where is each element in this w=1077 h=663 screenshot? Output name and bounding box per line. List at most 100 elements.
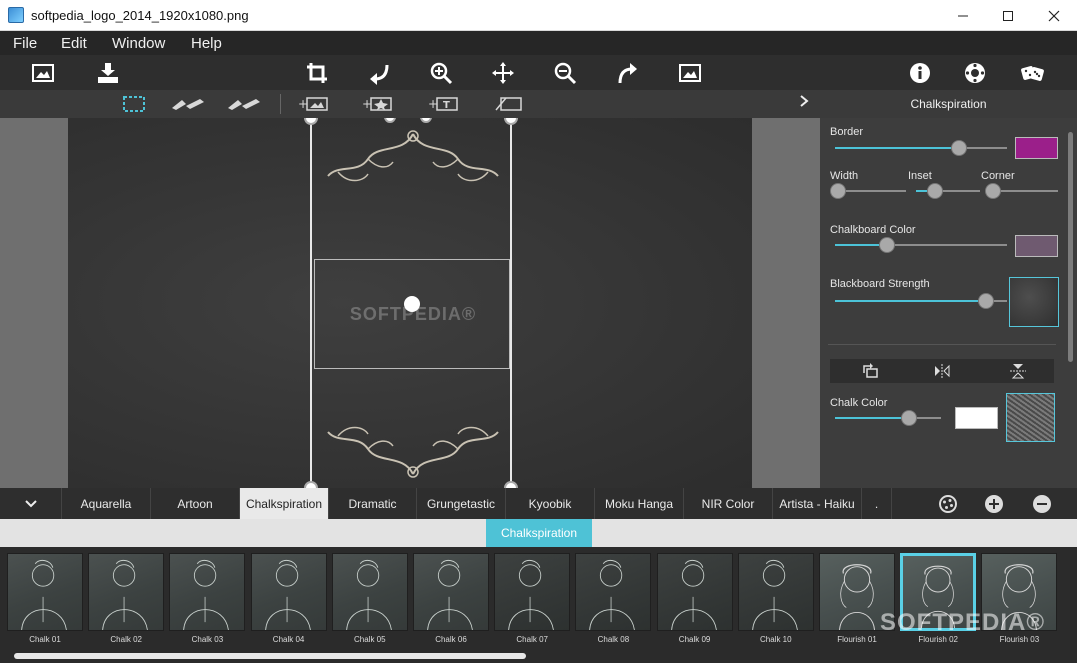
image-icon	[32, 64, 54, 82]
blackboard-texture-swatch[interactable]	[1009, 277, 1059, 327]
rotate-right-button[interactable]	[614, 59, 642, 87]
thumbnail-chalk-08[interactable]	[575, 553, 652, 631]
image-canvas[interactable]: SOFTPEDIA®	[0, 118, 820, 488]
brush-erase-button[interactable]	[224, 93, 264, 115]
settings-button[interactable]	[961, 59, 989, 87]
panel-separator	[828, 344, 1056, 345]
corner-slider[interactable]	[985, 183, 1058, 199]
chalk-texture-swatch[interactable]	[1006, 393, 1055, 442]
frame-handle-bottom-right[interactable]	[504, 481, 518, 488]
selection-center-handle[interactable]	[404, 296, 420, 312]
brush-add-button[interactable]	[168, 93, 208, 115]
add-preset-button[interactable]	[983, 493, 1005, 515]
chalkboard-color-slider[interactable]	[835, 237, 1007, 253]
crop-button[interactable]	[303, 59, 331, 87]
menu-file[interactable]: File	[13, 35, 37, 52]
watermark-selection-box[interactable]: SOFTPEDIA®	[314, 259, 510, 369]
thumbnail-chalk-10[interactable]	[737, 553, 814, 631]
toolbar-divider	[280, 94, 281, 114]
chalk-color-slider-knob[interactable]	[901, 410, 917, 426]
randomize-button[interactable]	[1019, 59, 1047, 87]
title-bar: softpedia_logo_2014_1920x1080.png	[0, 0, 1077, 31]
border-slider-knob[interactable]	[951, 140, 967, 156]
move-arrows-icon	[492, 62, 514, 84]
zoom-in-icon	[430, 62, 453, 85]
thumbnail-chalk-sketch	[751, 559, 798, 630]
thumbnail-chalk-06[interactable]	[413, 553, 489, 631]
remove-layer-button[interactable]	[488, 93, 528, 115]
frame-guide-left[interactable]	[310, 118, 312, 488]
chalk-color-swatch[interactable]	[955, 407, 998, 429]
corner-slider-knob[interactable]	[985, 183, 1001, 199]
tab-chalkspiration[interactable]: Chalkspiration	[240, 488, 329, 519]
border-color-swatch[interactable]	[1015, 137, 1058, 159]
chalkboard-color-swatch[interactable]	[1015, 235, 1058, 257]
border-slider[interactable]	[835, 140, 1007, 156]
pan-button[interactable]	[489, 59, 517, 87]
flip-vertical-button[interactable]	[1004, 362, 1032, 380]
tab-artoon[interactable]: Artoon	[151, 488, 240, 519]
thumbnail-chalk-04[interactable]	[250, 553, 327, 631]
tab-kyoobik[interactable]: Kyoobik	[506, 488, 595, 519]
frame-handle-top-a[interactable]	[384, 118, 396, 123]
tab-grungetastic[interactable]: Grungetastic	[417, 488, 506, 519]
collapse-panel-button[interactable]	[798, 94, 810, 113]
save-button[interactable]	[94, 59, 122, 87]
rotate-left-button[interactable]	[365, 59, 393, 87]
tab-artista-haiku[interactable]: Artista - Haiku	[773, 488, 862, 519]
frame-guide-right[interactable]	[510, 118, 512, 488]
width-slider-knob[interactable]	[830, 183, 846, 199]
flip-horizontal-icon	[935, 364, 950, 378]
thumbnail-chalk-02[interactable]	[88, 553, 165, 631]
thumbnail-chalk-05[interactable]	[331, 553, 408, 631]
minimize-button[interactable]	[940, 0, 986, 31]
close-button[interactable]	[1031, 0, 1077, 31]
thumbnail-label: Chalk 08	[597, 635, 630, 644]
blackboard-strength-slider[interactable]	[835, 293, 1007, 309]
thumbnail-label: Chalk 02	[110, 635, 142, 644]
thumbnail-chalk-03[interactable]	[169, 553, 246, 631]
thumbnail-chalk-09[interactable]	[656, 553, 733, 631]
maximize-icon	[1003, 10, 1013, 21]
zoom-out-button[interactable]	[551, 59, 579, 87]
width-slider[interactable]	[830, 183, 906, 199]
menu-edit[interactable]: Edit	[61, 35, 87, 52]
tab-nir-color[interactable]: NIR Color	[684, 488, 773, 519]
inset-slider-knob[interactable]	[927, 183, 943, 199]
preset-options-button[interactable]	[937, 493, 959, 515]
zoom-in-button[interactable]	[427, 59, 455, 87]
add-text-layer-button[interactable]: + T	[424, 93, 464, 115]
dice-icon	[1021, 66, 1044, 81]
menu-window[interactable]: Window	[112, 35, 165, 52]
rotate-frame-button[interactable]	[856, 362, 884, 380]
tab-dramatic[interactable]: Dramatic	[329, 488, 417, 519]
tab-aquarella[interactable]: Aquarella	[62, 488, 151, 519]
blackboard-strength-slider-knob[interactable]	[978, 293, 994, 309]
flip-horizontal-button[interactable]	[928, 362, 956, 380]
add-image-layer-button[interactable]: +	[294, 93, 334, 115]
tabs-dropdown-button[interactable]	[0, 488, 62, 519]
thumbnail-chalk-01[interactable]	[7, 553, 83, 631]
compare-button[interactable]	[676, 59, 704, 87]
frame-handle-top-b[interactable]	[420, 118, 432, 123]
chalkboard-color-slider-knob[interactable]	[879, 237, 895, 253]
open-image-button[interactable]	[29, 59, 57, 87]
selection-tool-button[interactable]	[114, 93, 154, 115]
panel-scrollbar[interactable]	[1068, 132, 1073, 362]
chalk-color-slider[interactable]	[835, 410, 941, 426]
thumbnail-strip-scrollbar[interactable]	[14, 653, 526, 659]
thumbnail-chalk-sketch	[589, 559, 636, 630]
preset-group-chalkspiration[interactable]: Chalkspiration	[486, 519, 592, 547]
remove-preset-button[interactable]	[1031, 493, 1053, 515]
menu-help[interactable]: Help	[191, 35, 222, 52]
add-sticker-layer-button[interactable]: +	[358, 93, 398, 115]
frame-handle-bottom-left[interactable]	[304, 481, 318, 488]
info-button[interactable]	[906, 59, 934, 87]
maximize-button[interactable]	[985, 0, 1031, 31]
thumbnail-chalk-07[interactable]	[494, 553, 571, 631]
thumbnail-label: Chalk 06	[435, 635, 467, 644]
tab-more[interactable]: .	[862, 488, 892, 519]
rotate-frame-icon	[863, 363, 878, 378]
tab-moku-hanga[interactable]: Moku Hanga	[595, 488, 684, 519]
inset-slider[interactable]	[916, 183, 980, 199]
